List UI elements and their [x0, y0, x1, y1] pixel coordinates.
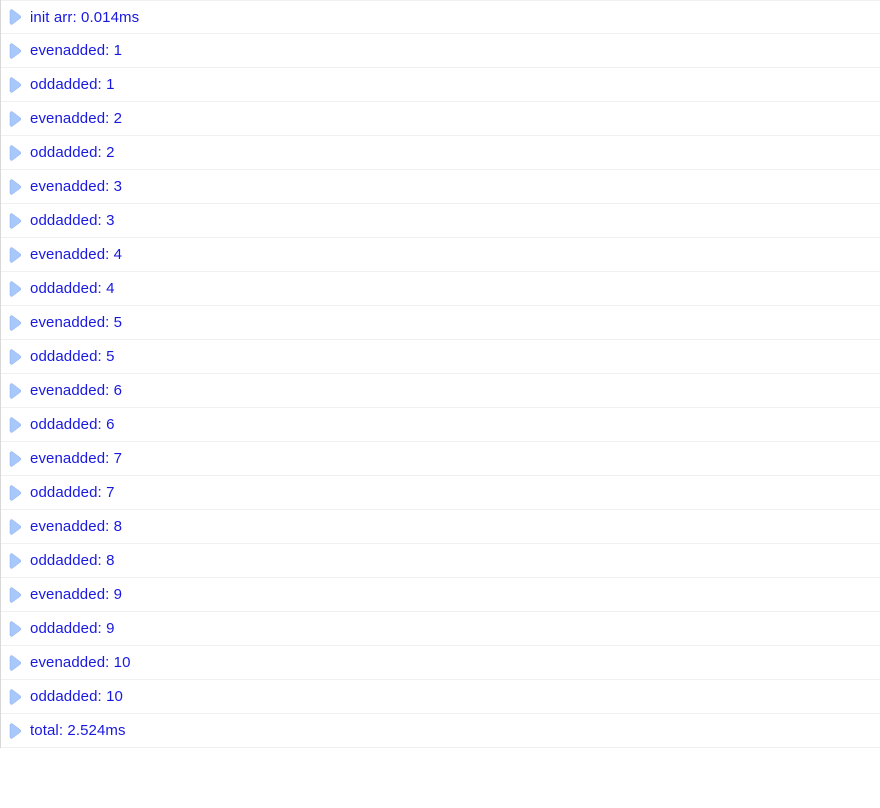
- console-log-text: oddadded: 10: [30, 688, 123, 705]
- console-log-text: evenadded: 10: [30, 654, 131, 671]
- console-log-text: oddadded: 8: [30, 552, 115, 569]
- console-log-row[interactable]: oddadded: 1: [1, 68, 880, 102]
- console-log-text: evenadded: 9: [30, 586, 122, 603]
- console-log-text: oddadded: 1: [30, 76, 115, 93]
- console-log-text: oddadded: 5: [30, 348, 115, 365]
- console-log-text: oddadded: 6: [30, 416, 115, 433]
- console-log-text: evenadded: 4: [30, 246, 122, 263]
- console-log-row[interactable]: oddadded: 2: [1, 136, 880, 170]
- disclosure-triangle-icon[interactable]: [7, 247, 23, 263]
- disclosure-triangle-icon[interactable]: [7, 111, 23, 127]
- console-log-row[interactable]: evenadded: 8: [1, 510, 880, 544]
- console-log-text: total: 2.524ms: [30, 722, 126, 739]
- console-log-text: oddadded: 9: [30, 620, 115, 637]
- console-log-row[interactable]: evenadded: 10: [1, 646, 880, 680]
- console-log-row[interactable]: oddadded: 5: [1, 340, 880, 374]
- console-log-row[interactable]: evenadded: 1: [1, 34, 880, 68]
- console-log-text: evenadded: 2: [30, 110, 122, 127]
- console-log-row[interactable]: evenadded: 7: [1, 442, 880, 476]
- console-log-row[interactable]: evenadded: 4: [1, 238, 880, 272]
- console-log-text: evenadded: 3: [30, 178, 122, 195]
- console-log-text: evenadded: 8: [30, 518, 122, 535]
- console-log-row[interactable]: oddadded: 9: [1, 612, 880, 646]
- console-log-row[interactable]: evenadded: 3: [1, 170, 880, 204]
- disclosure-triangle-icon[interactable]: [7, 179, 23, 195]
- disclosure-triangle-icon[interactable]: [7, 689, 23, 705]
- console-log-text: oddadded: 2: [30, 144, 115, 161]
- disclosure-triangle-icon[interactable]: [7, 383, 23, 399]
- disclosure-triangle-icon[interactable]: [7, 723, 23, 739]
- console-log-row[interactable]: evenadded: 2: [1, 102, 880, 136]
- console-log-row[interactable]: oddadded: 10: [1, 680, 880, 714]
- console-log-row[interactable]: oddadded: 4: [1, 272, 880, 306]
- console-log-row[interactable]: oddadded: 6: [1, 408, 880, 442]
- disclosure-triangle-icon[interactable]: [7, 9, 23, 25]
- console-log-row[interactable]: total: 2.524ms: [1, 714, 880, 748]
- console-log-text: oddadded: 3: [30, 212, 115, 229]
- console-log-row[interactable]: evenadded: 6: [1, 374, 880, 408]
- disclosure-triangle-icon[interactable]: [7, 213, 23, 229]
- disclosure-triangle-icon[interactable]: [7, 621, 23, 637]
- console-log-row[interactable]: oddadded: 7: [1, 476, 880, 510]
- console-log-text: init arr: 0.014ms: [30, 9, 139, 26]
- disclosure-triangle-icon[interactable]: [7, 43, 23, 59]
- console-log-row[interactable]: evenadded: 9: [1, 578, 880, 612]
- disclosure-triangle-icon[interactable]: [7, 281, 23, 297]
- disclosure-triangle-icon[interactable]: [7, 349, 23, 365]
- disclosure-triangle-icon[interactable]: [7, 587, 23, 603]
- console-log-text: oddadded: 7: [30, 484, 115, 501]
- disclosure-triangle-icon[interactable]: [7, 655, 23, 671]
- console-log-row[interactable]: evenadded: 5: [1, 306, 880, 340]
- disclosure-triangle-icon[interactable]: [7, 485, 23, 501]
- console-log-text: evenadded: 5: [30, 314, 122, 331]
- console-output: init arr: 0.014ms evenadded: 1 oddadded:…: [0, 0, 880, 748]
- disclosure-triangle-icon[interactable]: [7, 553, 23, 569]
- console-log-text: evenadded: 1: [30, 42, 122, 59]
- console-log-row[interactable]: oddadded: 8: [1, 544, 880, 578]
- console-log-row[interactable]: init arr: 0.014ms: [1, 0, 880, 34]
- disclosure-triangle-icon[interactable]: [7, 315, 23, 331]
- disclosure-triangle-icon[interactable]: [7, 77, 23, 93]
- console-log-text: evenadded: 7: [30, 450, 122, 467]
- disclosure-triangle-icon[interactable]: [7, 145, 23, 161]
- disclosure-triangle-icon[interactable]: [7, 519, 23, 535]
- console-log-text: evenadded: 6: [30, 382, 122, 399]
- console-log-text: oddadded: 4: [30, 280, 115, 297]
- console-log-row[interactable]: oddadded: 3: [1, 204, 880, 238]
- disclosure-triangle-icon[interactable]: [7, 417, 23, 433]
- disclosure-triangle-icon[interactable]: [7, 451, 23, 467]
